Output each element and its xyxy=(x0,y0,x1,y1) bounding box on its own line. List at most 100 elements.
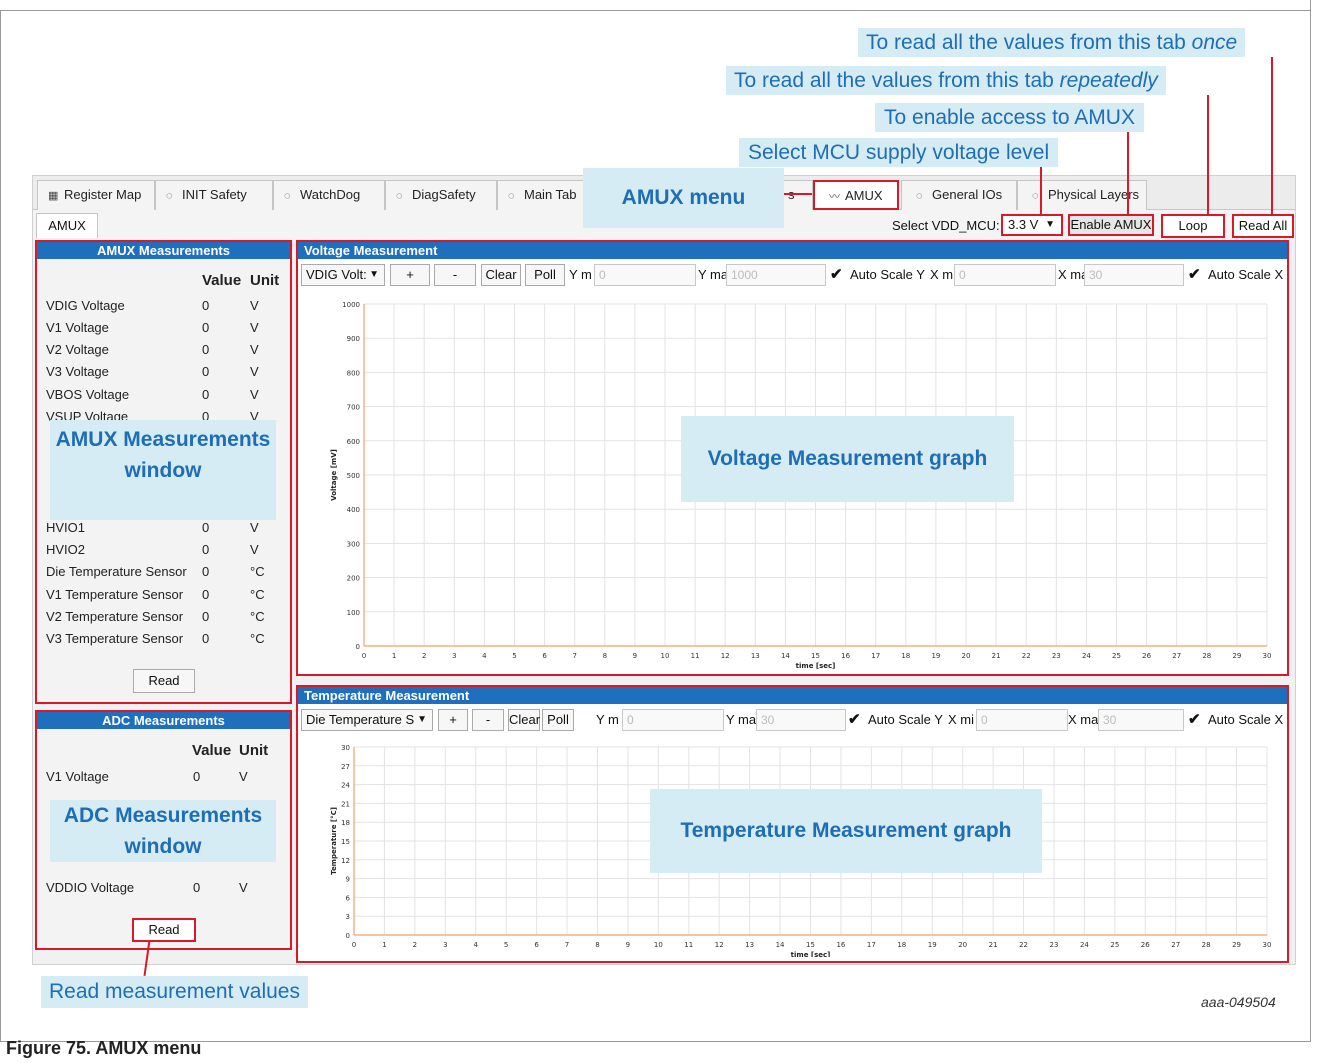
x-tick-label: 8 xyxy=(595,941,599,949)
y-tick-label: 500 xyxy=(347,472,360,480)
amux-row-name: V1 Voltage xyxy=(46,320,109,335)
xmax-label: X ma xyxy=(1068,712,1099,727)
adc-row-name: VDDIO Voltage xyxy=(46,880,135,895)
callout-emphasis: once xyxy=(1191,31,1238,54)
ymax-label: Y ma xyxy=(726,712,757,727)
zoom-out-button[interactable]: - xyxy=(434,264,476,286)
autoscale-x-checkbox[interactable]: ✔ xyxy=(1188,710,1201,728)
adc-row-value: 0 xyxy=(193,769,201,784)
adc-read-button[interactable]: Read xyxy=(132,918,196,942)
x-tick-label: 3 xyxy=(452,652,456,660)
leader-line xyxy=(1127,132,1129,214)
callout-read-repeatedly: To read all the values from this tab rep… xyxy=(726,66,1166,95)
xmax-input[interactable]: 30 xyxy=(1098,709,1184,731)
clear-button[interactable]: Clear xyxy=(481,264,521,286)
autoscale-x-checkbox[interactable]: ✔ xyxy=(1188,265,1201,283)
x-tick-label: 18 xyxy=(897,941,906,949)
x-tick-label: 30 xyxy=(1263,941,1272,949)
y-tick-label: 15 xyxy=(341,838,350,846)
loop-button[interactable]: Loop xyxy=(1161,214,1225,238)
amux-row-unit: V xyxy=(250,387,259,402)
y-tick-label: 18 xyxy=(341,819,350,827)
x-tick-label: 4 xyxy=(482,652,487,660)
poll-button[interactable]: Poll xyxy=(525,264,565,286)
amux-row-unit: V xyxy=(250,298,259,313)
tab-register-map[interactable]: ▦ Register Map xyxy=(37,180,155,210)
amux-row-value: 0 xyxy=(202,342,210,357)
ymin-input[interactable]: 0 xyxy=(622,709,724,731)
amux-row-value: 0 xyxy=(202,387,210,402)
x-tick-label: 5 xyxy=(504,941,508,949)
amux-row-name: V2 Temperature Sensor xyxy=(46,609,184,624)
tab-label: Register Map xyxy=(64,187,142,202)
xmin-label: X mi xyxy=(948,712,974,727)
amux-row-value: 0 xyxy=(202,564,210,579)
tab-diagsafety[interactable]: ◌ DiagSafety xyxy=(385,180,497,210)
ymax-input[interactable]: 30 xyxy=(756,709,846,731)
callout-voltage-graph: Voltage Measurement graph xyxy=(681,416,1014,502)
amux-read-button[interactable]: Read xyxy=(133,669,195,693)
amux-row-unit: V xyxy=(250,364,259,379)
leader-line xyxy=(1271,57,1273,214)
zoom-in-button[interactable]: + xyxy=(438,709,468,731)
read-all-button[interactable]: Read All xyxy=(1232,214,1294,238)
callout-read-once: To read all the values from this tab onc… xyxy=(858,28,1246,57)
y-tick-label: 100 xyxy=(347,609,360,617)
amux-row-name: V1 Temperature Sensor xyxy=(46,587,184,602)
autoscale-x-label: Auto Scale X xyxy=(1208,267,1284,282)
tab-general-ios[interactable]: ◌ General IOs xyxy=(901,180,1017,210)
tab-init-safety[interactable]: ◌ INIT Safety xyxy=(155,180,273,210)
xmax-input[interactable]: 30 xyxy=(1084,264,1184,286)
x-tick-label: 29 xyxy=(1232,941,1241,949)
shield-icon: ◌ xyxy=(916,190,923,202)
amux-row-value: 0 xyxy=(202,298,210,313)
y-tick-label: 0 xyxy=(346,932,350,940)
zoom-in-button[interactable]: + xyxy=(390,264,430,286)
x-tick-label: 2 xyxy=(413,941,417,949)
tab-amux[interactable]: 〰 AMUX xyxy=(813,180,899,210)
callout-adc-window: ADC Measurements window xyxy=(50,800,276,862)
poll-button[interactable]: Poll xyxy=(542,709,574,731)
x-tick-label: 0 xyxy=(352,941,356,949)
xmin-input[interactable]: 0 xyxy=(976,709,1068,731)
xmin-input[interactable]: 0 xyxy=(954,264,1056,286)
tab-main[interactable]: ◌ Main Tab xyxy=(497,180,593,210)
temperature-channel-select[interactable]: Die Temperature S ▼ xyxy=(301,709,433,731)
ymin-label: Y m xyxy=(596,712,619,727)
amux-row-unit: V xyxy=(250,342,259,357)
ymin-input[interactable]: 0 xyxy=(594,264,696,286)
x-tick-label: 7 xyxy=(565,941,569,949)
amux-panel-title: AMUX Measurements xyxy=(37,242,290,259)
autoscale-y-checkbox[interactable]: ✔ xyxy=(848,710,861,728)
amux-row-unit: °C xyxy=(250,631,265,646)
ymin-label: Y m xyxy=(569,267,592,282)
x-tick-label: 29 xyxy=(1232,652,1241,660)
y-tick-label: 800 xyxy=(347,369,360,377)
x-tick-label: 9 xyxy=(626,941,630,949)
x-tick-label: 15 xyxy=(811,652,820,660)
wave-icon: 〰 xyxy=(829,191,840,203)
subtab-amux[interactable]: AMUX xyxy=(36,213,98,238)
chevron-down-icon: ▼ xyxy=(369,269,379,280)
y-tick-label: 700 xyxy=(347,404,360,412)
leader-line xyxy=(784,193,812,195)
x-tick-label: 12 xyxy=(721,652,730,660)
tab-watchdog[interactable]: ◌ WatchDog xyxy=(273,180,385,210)
select-vdd-label: Select VDD_MCU: xyxy=(892,218,1000,233)
x-tick-label: 1 xyxy=(382,941,386,949)
tab-label: General IOs xyxy=(932,187,1003,202)
voltage-channel-select[interactable]: VDIG Volt: ▼ xyxy=(301,264,385,286)
x-tick-label: 6 xyxy=(542,652,547,660)
vdd-mcu-select[interactable]: 3.3 V ▼ xyxy=(1001,214,1063,236)
x-tick-label: 15 xyxy=(806,941,815,949)
x-tick-label: 30 xyxy=(1263,652,1272,660)
zoom-out-button[interactable]: - xyxy=(472,709,504,731)
autoscale-x-label: Auto Scale X xyxy=(1208,712,1284,727)
x-axis-title: time [sec] xyxy=(796,662,836,670)
autoscale-y-checkbox[interactable]: ✔ xyxy=(830,265,843,283)
x-tick-label: 0 xyxy=(362,652,366,660)
x-tick-label: 23 xyxy=(1050,941,1059,949)
enable-amux-button[interactable]: Enable AMUX xyxy=(1068,214,1154,236)
clear-button[interactable]: Clear xyxy=(508,709,540,731)
ymax-input[interactable]: 1000 xyxy=(726,264,826,286)
